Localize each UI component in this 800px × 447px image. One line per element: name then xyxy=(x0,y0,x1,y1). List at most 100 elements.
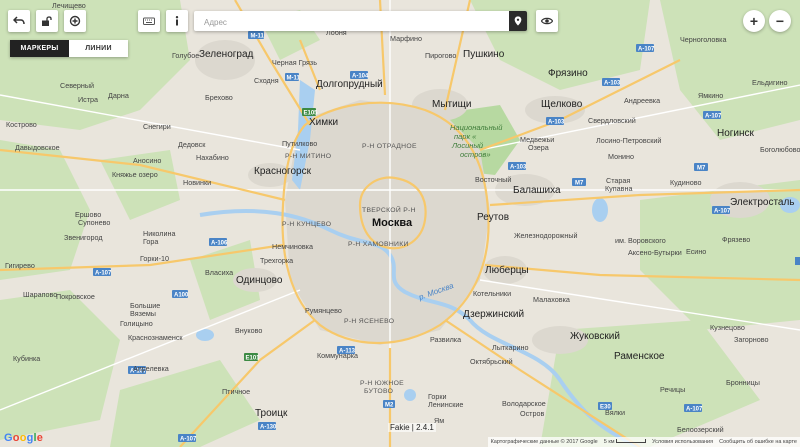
svg-text:Щелково: Щелково xyxy=(541,99,583,110)
svg-text:Гора: Гора xyxy=(143,237,158,246)
undo-arrow-icon xyxy=(13,16,25,25)
search-pin-button[interactable] xyxy=(509,11,527,31)
svg-text:A100: A100 xyxy=(174,293,189,299)
svg-text:Лечищево: Лечищево xyxy=(52,1,86,10)
report-error-link[interactable]: Сообщить об ошибке на карте xyxy=(719,439,797,445)
address-search-input[interactable] xyxy=(202,14,506,30)
svg-text:E105: E105 xyxy=(304,111,319,117)
svg-text:Апрелевка: Апрелевка xyxy=(133,364,169,373)
google-logo: Google xyxy=(4,432,44,444)
svg-text:Фрязино: Фрязино xyxy=(548,68,588,79)
svg-text:Снегири: Снегири xyxy=(143,122,171,131)
svg-text:Красногорск: Красногорск xyxy=(254,166,312,177)
svg-text:Зеленоград: Зеленоград xyxy=(199,49,254,60)
undo-button[interactable] xyxy=(8,10,30,32)
svg-text:Р-Н ОТРАДНОЕ: Р-Н ОТРАДНОЕ xyxy=(362,143,417,150)
svg-text:БУТОВО: БУТОВО xyxy=(364,388,393,395)
lock-button[interactable] xyxy=(36,10,58,32)
svg-text:Нахабино: Нахабино xyxy=(196,153,229,162)
svg-text:Р-Н ЯСЕНЕВО: Р-Н ЯСЕНЕВО xyxy=(344,318,394,325)
svg-text:M7: M7 xyxy=(575,181,584,187)
address-search-box[interactable] xyxy=(194,11,527,31)
tab-markers[interactable]: МАРКЕРЫ xyxy=(10,40,69,57)
svg-text:Люберцы: Люберцы xyxy=(485,264,529,276)
svg-text:Брехово: Брехово xyxy=(205,93,233,102)
svg-text:Дзержинский: Дзержинский xyxy=(463,309,524,320)
svg-text:M2: M2 xyxy=(385,403,394,409)
svg-text:Троицк: Троицк xyxy=(255,408,288,419)
svg-text:Развилка: Развилка xyxy=(430,335,461,344)
svg-text:Путилково: Путилково xyxy=(282,139,317,148)
svg-text:парк «: парк « xyxy=(454,132,477,141)
svg-text:A-107: A-107 xyxy=(95,271,112,277)
svg-text:Раменское: Раменское xyxy=(614,351,665,362)
svg-text:A-106: A-106 xyxy=(211,241,228,247)
svg-text:M7: M7 xyxy=(697,166,706,172)
svg-text:Лосиный: Лосиный xyxy=(451,141,484,150)
svg-text:Черноголовка: Черноголовка xyxy=(680,35,726,44)
svg-text:Немчиновка: Немчиновка xyxy=(272,242,313,251)
svg-text:Черная Грязь: Черная Грязь xyxy=(272,58,317,67)
svg-text:Княжье озеро: Княжье озеро xyxy=(112,170,158,179)
svg-text:Володарское: Володарское xyxy=(502,399,546,408)
svg-text:Власиха: Власиха xyxy=(205,268,233,277)
add-circle-icon xyxy=(69,15,81,27)
svg-text:Пирогово: Пирогово xyxy=(425,51,456,60)
svg-text:Боголюбово: Боголюбово xyxy=(760,145,800,154)
svg-text:Реутов: Реутов xyxy=(477,212,509,223)
svg-text:Бронницы: Бронницы xyxy=(726,378,760,387)
zoom-in-button[interactable]: + xyxy=(743,10,765,32)
svg-text:Горки-10: Горки-10 xyxy=(140,254,169,263)
map-attribution-bar: Картографические данные © 2017 Google 5 … xyxy=(487,437,800,447)
svg-text:Р-Н МИТИНО: Р-Н МИТИНО xyxy=(285,153,331,160)
svg-text:Сходня: Сходня xyxy=(254,76,279,85)
svg-text:Северный: Северный xyxy=(60,81,94,90)
svg-text:Голицыно: Голицыно xyxy=(120,319,153,328)
zoom-out-button[interactable]: − xyxy=(769,10,791,32)
keyboard-button[interactable] xyxy=(138,10,160,32)
svg-text:Восточный: Восточный xyxy=(475,175,511,184)
add-button[interactable] xyxy=(64,10,86,32)
svg-text:A-107: A-107 xyxy=(686,407,703,413)
svg-text:Остров: Остров xyxy=(520,409,544,418)
visibility-button[interactable] xyxy=(536,10,558,32)
svg-text:A-107: A-107 xyxy=(705,114,722,120)
svg-text:Ямкино: Ямкино xyxy=(698,91,723,100)
terms-link[interactable]: Условия использования xyxy=(652,439,713,445)
svg-text:Андреевка: Андреевка xyxy=(624,96,660,105)
svg-text:Гигирево: Гигирево xyxy=(5,261,35,270)
svg-text:им. Воровского: им. Воровского xyxy=(615,236,666,245)
svg-text:A-103: A-103 xyxy=(510,165,527,171)
svg-text:Электросталь: Электросталь xyxy=(730,197,795,208)
tab-lines[interactable]: ЛИНИИ xyxy=(69,40,128,57)
svg-text:Птичное: Птичное xyxy=(222,387,250,396)
svg-text:Вялки: Вялки xyxy=(605,408,625,417)
svg-text:M-11: M-11 xyxy=(287,76,301,82)
svg-text:Внуково: Внуково xyxy=(235,326,262,335)
info-button[interactable] xyxy=(166,10,188,32)
svg-text:Супонево: Супонево xyxy=(78,218,110,227)
svg-text:Железнодорожный: Железнодорожный xyxy=(514,231,578,240)
svg-text:ТВЕРСКОЙ Р-Н: ТВЕРСКОЙ Р-Н xyxy=(362,205,416,214)
svg-text:Котельники: Котельники xyxy=(473,289,511,298)
svg-text:Белоозерский: Белоозерский xyxy=(677,425,724,434)
svg-text:Долгопрудный: Долгопрудный xyxy=(316,79,383,90)
svg-text:Лосино-Петровский: Лосино-Петровский xyxy=(596,136,661,145)
map-canvas[interactable]: M-11 A-104 M-11 A-107 A-103 A-103 A-103 … xyxy=(0,0,800,447)
svg-text:A-107: A-107 xyxy=(638,47,655,53)
svg-text:Кубинка: Кубинка xyxy=(13,354,40,363)
svg-text:Октябрьский: Октябрьский xyxy=(470,357,513,366)
info-icon xyxy=(175,16,179,26)
svg-text:Мытищи: Мытищи xyxy=(432,99,472,110)
svg-text:Марфино: Марфино xyxy=(390,34,422,43)
svg-text:Новинки: Новинки xyxy=(183,178,211,187)
svg-text:Краснознаменск: Краснознаменск xyxy=(128,333,183,342)
attribution-text: Картографические данные © 2017 Google xyxy=(490,439,598,445)
svg-text:Дарна: Дарна xyxy=(108,91,129,100)
svg-text:Истра: Истра xyxy=(78,95,98,104)
svg-text:Дедовск: Дедовск xyxy=(178,140,206,149)
map-pin-icon xyxy=(514,16,522,26)
svg-text:Свердловский: Свердловский xyxy=(588,116,636,125)
svg-text:A-103: A-103 xyxy=(604,81,621,87)
svg-text:A-103: A-103 xyxy=(548,120,565,126)
